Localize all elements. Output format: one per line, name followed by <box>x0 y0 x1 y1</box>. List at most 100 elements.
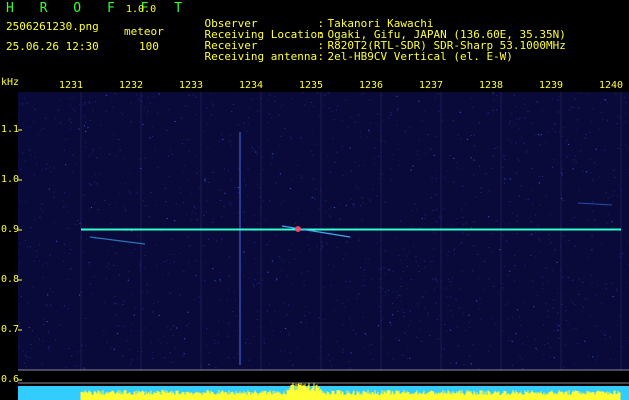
noise-dot <box>381 337 383 338</box>
noise-dot <box>603 333 605 335</box>
noise-dot <box>158 314 160 316</box>
noise-dot <box>487 112 490 114</box>
noise-dot <box>479 265 481 267</box>
noise-dot <box>33 260 35 262</box>
noise-dot <box>452 316 454 317</box>
noise-dot <box>247 277 249 279</box>
noise-dot <box>522 343 524 345</box>
noise-dot <box>168 176 170 177</box>
noise-dot <box>204 180 206 182</box>
noise-dot <box>403 248 405 250</box>
noise-dot <box>557 329 559 331</box>
noise-dot <box>153 96 155 98</box>
noise-dot <box>253 335 255 337</box>
noise-dot <box>567 277 569 279</box>
noise-dot <box>89 120 91 121</box>
noise-dot <box>118 274 120 276</box>
noise-dot <box>180 192 182 193</box>
noise-dot <box>349 280 351 282</box>
noise-dot <box>521 358 523 360</box>
noise-dot <box>311 130 313 132</box>
noise-dot <box>179 294 181 296</box>
noise-dot <box>507 274 509 276</box>
noise-dot <box>48 349 50 351</box>
noise-dot <box>495 95 498 97</box>
noise-dot <box>493 98 495 100</box>
noise-dot <box>362 316 364 318</box>
noise-dot <box>561 303 563 305</box>
noise-dot <box>534 338 536 340</box>
noise-dot <box>19 262 21 264</box>
noise-dot <box>268 304 271 306</box>
noise-dot <box>352 203 354 205</box>
noise-dot <box>547 336 549 338</box>
noise-dot <box>219 271 221 273</box>
noise-dot <box>224 192 226 194</box>
noise-dot <box>79 294 81 296</box>
noise-dot <box>191 192 193 194</box>
noise-dot <box>464 329 466 331</box>
noise-dot <box>326 243 328 245</box>
noise-dot <box>144 255 146 256</box>
noise-dot <box>246 338 248 340</box>
noise-dot <box>351 321 353 323</box>
noise-dot <box>461 185 464 187</box>
noise-dot <box>323 287 325 289</box>
noise-dot <box>290 188 292 189</box>
noise-dot <box>122 157 124 159</box>
noise-dot <box>244 258 246 259</box>
noise-dot <box>248 359 250 361</box>
noise-dot <box>186 214 188 216</box>
noise-dot <box>602 119 604 121</box>
noise-dot <box>253 286 255 287</box>
noise-dot <box>310 150 313 152</box>
noise-dot <box>210 93 212 95</box>
noise-dot <box>491 318 493 320</box>
noise-dot <box>359 135 361 137</box>
noise-dot <box>130 329 132 331</box>
noise-dot <box>50 304 52 306</box>
noise-dot <box>125 210 127 212</box>
noise-dot <box>70 248 72 250</box>
noise-dot <box>369 131 371 133</box>
noise-dot <box>179 187 181 189</box>
noise-dot <box>423 218 426 220</box>
noise-dot <box>230 134 232 136</box>
noise-dot <box>416 336 418 338</box>
noise-dot <box>425 153 427 155</box>
noise-dot <box>266 244 268 245</box>
noise-dot <box>388 289 390 291</box>
noise-dot <box>525 199 527 200</box>
noise-dot <box>289 359 291 361</box>
noise-dot <box>446 170 448 172</box>
noise-dot <box>384 250 386 252</box>
noise-dot <box>206 122 209 124</box>
noise-dot <box>79 104 81 106</box>
noise-dot <box>251 146 253 148</box>
noise-dot <box>514 123 516 125</box>
noise-dot <box>586 171 588 173</box>
noise-dot <box>175 203 177 205</box>
noise-dot <box>383 119 385 121</box>
noise-dot <box>354 121 357 123</box>
noise-dot <box>575 161 577 163</box>
noise-dot <box>431 260 433 262</box>
noise-dot <box>572 168 574 170</box>
noise-dot <box>447 279 449 281</box>
noise-dot <box>237 192 240 194</box>
noise-dot <box>85 142 87 144</box>
noise-dot <box>49 254 51 256</box>
noise-dot <box>480 192 482 193</box>
noise-dot <box>41 363 43 365</box>
noise-dot <box>301 177 303 179</box>
noise-dot <box>557 293 559 295</box>
noise-dot <box>554 122 556 124</box>
noise-dot <box>72 97 74 99</box>
noise-dot <box>272 153 274 155</box>
noise-dot <box>478 277 480 279</box>
noise-dot <box>456 162 458 163</box>
noise-dot <box>548 234 550 236</box>
noise-dot <box>25 366 27 368</box>
noise-dot <box>438 216 440 218</box>
noise-dot <box>135 307 137 309</box>
